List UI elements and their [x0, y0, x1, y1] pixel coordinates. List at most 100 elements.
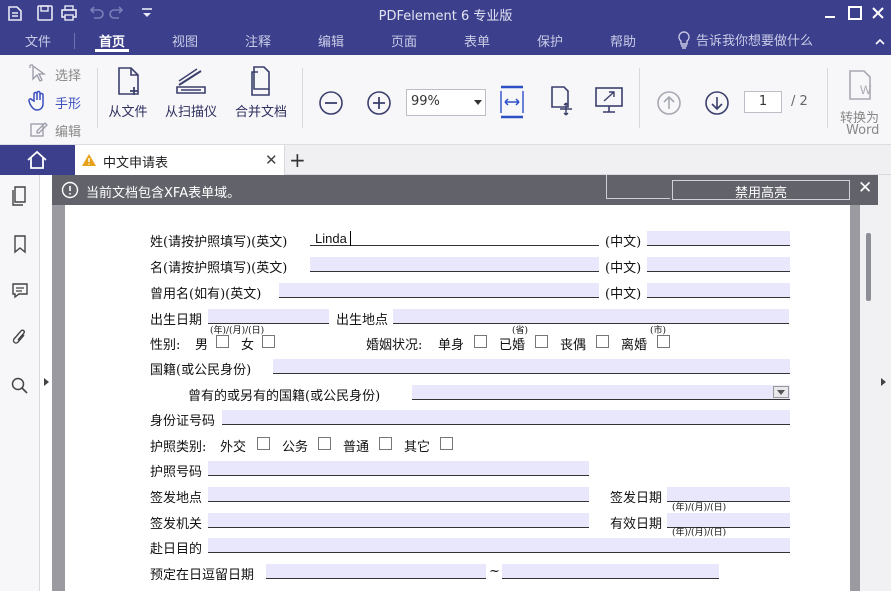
ordinary-checkbox[interactable] — [379, 437, 392, 450]
nationality-field[interactable] — [273, 359, 790, 374]
maximize-button[interactable] — [846, 4, 864, 22]
issue-place-field[interactable] — [208, 487, 589, 502]
other-nationality-dropdown[interactable] — [412, 385, 790, 400]
edit-tool-icon — [30, 122, 48, 137]
menu-divider — [74, 33, 75, 49]
other-label: 其它 — [404, 440, 431, 455]
minimize-button[interactable] — [821, 4, 839, 22]
stay-dates-label: 预定在日逗留日期 — [150, 568, 255, 583]
full-screen-icon[interactable] — [594, 85, 624, 115]
passport-type-label: 护照类别: — [150, 440, 207, 455]
official-checkbox[interactable] — [318, 437, 331, 450]
close-tab-icon[interactable]: ✕ — [265, 151, 278, 169]
fit-page-icon[interactable] — [548, 85, 576, 117]
home-tab[interactable] — [0, 145, 75, 175]
stay-start-field[interactable] — [266, 564, 486, 579]
thumbnails-icon[interactable] — [10, 185, 30, 207]
from-scanner-label: 从扫描仪 — [164, 105, 217, 120]
edit-tool-label[interactable]: 编辑 — [55, 121, 81, 140]
word-document-icon: W — [849, 70, 872, 100]
scrollbar-thumb[interactable] — [866, 233, 871, 301]
select-tool-label[interactable]: 选择 — [55, 65, 81, 84]
other-nationality-label: 曾有的或另有的国籍(或公民身份) — [188, 389, 381, 404]
date-format-hint: (年)/(月)/(日) — [672, 528, 727, 538]
from-scanner-button[interactable]: 从扫描仪 — [156, 65, 226, 120]
lightbulb-icon — [678, 31, 690, 49]
divorced-checkbox[interactable] — [657, 335, 670, 348]
document-tab[interactable]: 中文申请表 ✕ — [75, 145, 285, 175]
previous-page-icon[interactable] — [656, 90, 682, 116]
divider — [606, 175, 607, 199]
menu-protect[interactable]: 保护 — [530, 31, 570, 51]
from-file-label: 从文件 — [108, 105, 148, 120]
male-checkbox[interactable] — [216, 335, 229, 348]
id-number-label: 身份证号码 — [150, 414, 216, 429]
dropdown-arrow-icon[interactable] — [773, 386, 789, 398]
menu-home[interactable]: 首页 — [92, 31, 132, 51]
stay-end-field[interactable] — [502, 564, 719, 579]
married-checkbox[interactable] — [535, 335, 548, 348]
widowed-checkbox[interactable] — [596, 335, 609, 348]
menu-edit[interactable]: 编辑 — [311, 31, 351, 51]
expiry-date-label: 有效日期 — [610, 517, 663, 532]
female-checkbox[interactable] — [262, 335, 275, 348]
given-name-chinese-field[interactable] — [647, 257, 790, 272]
widowed-label: 丧偶 — [560, 338, 587, 353]
attachment-icon[interactable] — [10, 327, 30, 349]
ribbon-separator — [302, 68, 303, 128]
close-window-button[interactable] — [869, 4, 887, 22]
given-name-english-field[interactable] — [310, 257, 599, 272]
other-checkbox[interactable] — [440, 437, 453, 450]
menu-file[interactable]: 文件 — [18, 31, 58, 51]
issuing-authority-label: 签发机关 — [150, 517, 203, 532]
page-number-input[interactable]: 1 — [744, 91, 782, 113]
combine-files-label: 合并文档 — [234, 105, 287, 120]
add-tab-icon[interactable]: + — [289, 148, 306, 172]
place-of-birth-label: 出生地点 — [336, 313, 389, 328]
app-title: PDFelement 6 专业版 — [378, 9, 513, 24]
left-sidebar — [0, 175, 40, 591]
xfa-message: 当前文档包含XFA表单域。 — [86, 186, 241, 201]
from-file-button[interactable]: 从文件 — [93, 65, 163, 120]
tell-me-search[interactable]: 告诉我你想要做什么 — [696, 30, 813, 49]
ordinary-label: 普通 — [343, 440, 370, 455]
surname-english-field[interactable]: Linda — [310, 231, 599, 246]
fit-width-icon[interactable] — [498, 85, 526, 119]
search-icon[interactable] — [10, 375, 30, 397]
place-of-birth-field[interactable] — [393, 309, 789, 324]
surname-chinese-field[interactable] — [647, 231, 790, 246]
zoom-in-icon[interactable] — [366, 90, 392, 116]
menu-view[interactable]: 视图 — [165, 31, 205, 51]
combine-files-button[interactable]: 合并文档 — [226, 65, 296, 120]
menu-page[interactable]: 页面 — [384, 31, 424, 51]
date-of-birth-field[interactable] — [208, 309, 329, 324]
tilde-separator: ~ — [489, 564, 500, 579]
comments-icon[interactable] — [10, 280, 30, 302]
purpose-field[interactable] — [208, 538, 790, 553]
disable-highlight-button[interactable]: 禁用高亮 — [672, 180, 850, 201]
single-checkbox[interactable] — [474, 335, 487, 348]
collapse-ribbon-icon[interactable] — [874, 36, 886, 48]
passport-number-field[interactable] — [208, 461, 589, 476]
hand-tool-label[interactable]: 手形 — [55, 93, 81, 112]
menu-help[interactable]: 帮助 — [603, 31, 643, 51]
expand-right-panel-icon[interactable] — [881, 378, 886, 386]
expand-sidebar-icon[interactable] — [44, 378, 49, 386]
next-page-icon[interactable] — [704, 90, 730, 116]
convert-word-label-2[interactable]: Word — [846, 123, 879, 138]
diplomatic-checkbox[interactable] — [257, 437, 270, 450]
menu-comment[interactable]: 注释 — [238, 31, 278, 51]
id-number-field[interactable] — [222, 410, 790, 425]
close-notification-icon[interactable]: ✕ — [858, 178, 872, 198]
chinese-label: (中文) — [605, 235, 642, 250]
bookmark-icon[interactable] — [10, 233, 30, 255]
menu-form[interactable]: 表单 — [457, 31, 497, 51]
zoom-dropdown-arrow-icon[interactable] — [474, 100, 482, 105]
issuing-authority-field[interactable] — [208, 513, 589, 528]
former-name-chinese-field[interactable] — [647, 283, 790, 298]
single-label: 单身 — [438, 338, 465, 353]
zoom-out-icon[interactable] — [318, 90, 344, 116]
married-label: 已婚 — [499, 338, 526, 353]
former-name-english-field[interactable] — [279, 283, 599, 298]
new-file-icon — [118, 67, 139, 95]
